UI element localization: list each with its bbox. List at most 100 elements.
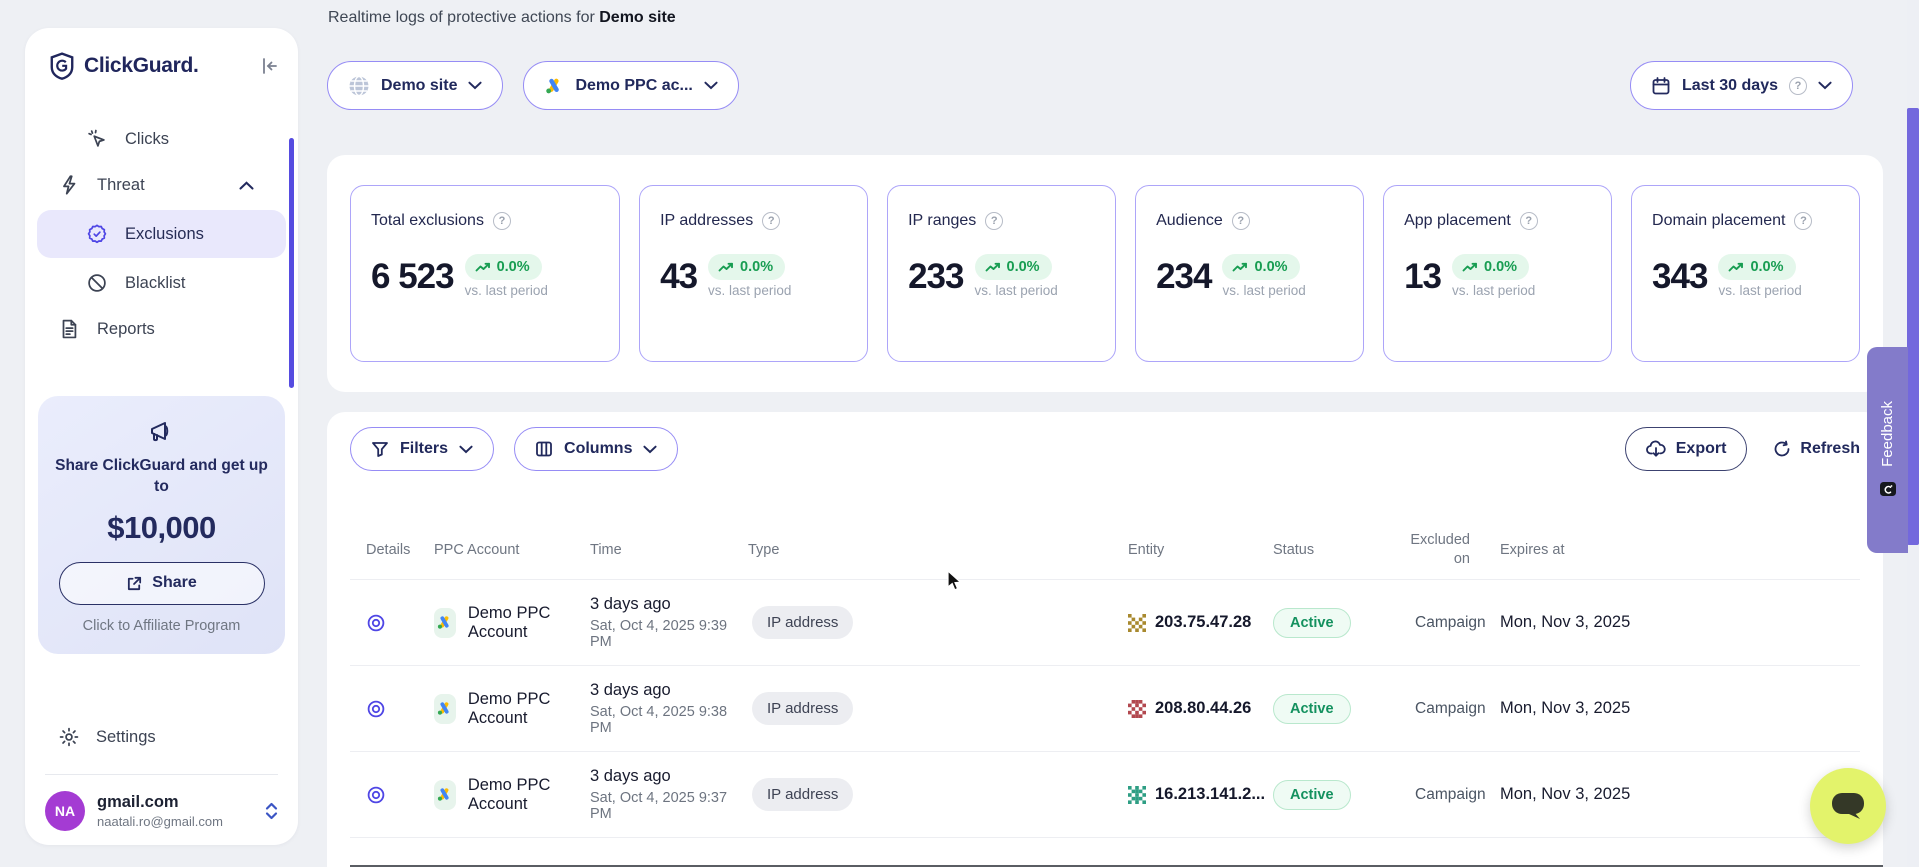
col-header-expires-at[interactable]: Expires at <box>1484 542 1860 558</box>
stat-label: Domain placement <box>1652 212 1785 230</box>
stat-trend: 0.0% <box>497 259 530 275</box>
table-row: Demo PPC Account 3 days ago Sat, Oct 4, … <box>350 580 1860 666</box>
sidebar-scrollbar[interactable] <box>289 138 294 388</box>
time-cell: 3 days ago Sat, Oct 4, 2025 9:38 PM <box>574 681 731 736</box>
ppc-account-selector[interactable]: Demo PPC ac... <box>523 61 738 110</box>
help-icon[interactable]: ? <box>1232 212 1250 230</box>
type-badge: IP address <box>752 692 853 725</box>
chevron-down-icon <box>468 81 482 90</box>
refresh-button[interactable]: Refresh <box>1773 440 1860 458</box>
stat-card-domain-placement: Domain placement? 343 0.0% vs. last peri… <box>1631 185 1860 362</box>
sidebar-collapse-icon[interactable] <box>260 56 280 76</box>
funnel-icon <box>371 440 389 458</box>
entity-value: 208.80.44.26 <box>1155 699 1251 718</box>
chat-launcher-button[interactable] <box>1810 768 1886 844</box>
sidebar-item-label: Threat <box>97 176 145 195</box>
ppc-account-cell: Demo PPC Account <box>418 776 574 814</box>
help-icon[interactable]: ? <box>1520 212 1538 230</box>
entity-cell: 203.75.47.28 <box>1112 613 1257 632</box>
sidebar-item-reports[interactable]: Reports <box>25 306 298 352</box>
status-badge: Active <box>1273 694 1351 724</box>
sidebar-item-blacklist[interactable]: Blacklist <box>25 260 298 306</box>
cloud-download-icon <box>1646 440 1666 458</box>
time-full: Sat, Oct 4, 2025 9:37 PM <box>590 790 731 822</box>
help-icon[interactable]: ? <box>493 212 511 230</box>
col-header-ppc-account[interactable]: PPC Account <box>418 542 574 558</box>
excluded-on-cell: Campaign <box>1399 700 1484 718</box>
col-header-type[interactable]: Type <box>731 542 1112 558</box>
columns-button-label: Columns <box>564 440 632 458</box>
ppc-account-selector-value: Demo PPC ac... <box>575 77 692 95</box>
share-button[interactable]: Share <box>59 562 265 605</box>
trend-up-icon <box>1462 262 1478 273</box>
stat-trend-block: 0.0% vs. last period <box>465 254 548 298</box>
sidebar-item-settings[interactable]: Settings <box>25 716 298 758</box>
chevron-down-icon <box>704 81 718 90</box>
help-icon[interactable]: ? <box>762 212 780 230</box>
google-ads-icon <box>434 694 456 724</box>
col-header-entity[interactable]: Entity <box>1112 542 1257 558</box>
sidebar-item-label: Clicks <box>125 130 169 149</box>
stat-card-total-exclusions: Total exclusions? 6 523 0.0% vs. last pe… <box>350 185 620 362</box>
time-full: Sat, Oct 4, 2025 9:39 PM <box>590 618 731 650</box>
type-cell: IP address <box>731 778 1112 811</box>
selector-row: Demo site Demo PPC ac... <box>327 61 1883 110</box>
clickguard-app: { "brand": { "name": "ClickGuard." }, "s… <box>0 0 1919 867</box>
col-header-excluded-on[interactable]: Excluded on <box>1399 531 1484 569</box>
table-header-row: Details PPC Account Time Type Entity Sta… <box>350 520 1860 580</box>
sidebar-item-exclusions[interactable]: Exclusions <box>37 210 286 258</box>
feedback-tab[interactable]: Feedback <box>1867 347 1908 553</box>
columns-button[interactable]: Columns <box>514 427 678 471</box>
affiliate-link[interactable]: Click to Affiliate Program <box>52 618 271 634</box>
filters-button[interactable]: Filters <box>350 427 494 471</box>
details-eye-icon[interactable] <box>350 699 418 719</box>
feedback-label: Feedback <box>1879 401 1896 467</box>
help-icon[interactable]: ? <box>1794 212 1812 230</box>
main-content: Realtime logs of protective actions for … <box>327 0 1883 867</box>
time-relative: 3 days ago <box>590 767 731 786</box>
trend-caption: vs. last period <box>465 283 548 298</box>
sidebar-item-threat[interactable]: Threat <box>25 162 298 208</box>
settings-label: Settings <box>96 728 156 747</box>
stat-value: 233 <box>908 259 963 294</box>
excluded-on-cell: Campaign <box>1399 614 1484 632</box>
date-range-value: Last 30 days <box>1682 77 1778 95</box>
sidebar-item-clicks[interactable]: Clicks <box>25 116 298 162</box>
details-eye-icon[interactable] <box>350 613 418 633</box>
ppc-account-name: Demo PPC Account <box>468 776 574 814</box>
exclusions-table-panel: Filters Columns <box>327 412 1883 867</box>
trend-up-icon <box>1232 262 1248 273</box>
gear-icon <box>58 726 80 748</box>
badge-check-icon <box>86 223 108 245</box>
trend-caption: vs. last period <box>708 283 791 298</box>
ppc-account-cell: Demo PPC Account <box>418 604 574 642</box>
export-button-label: Export <box>1676 440 1727 458</box>
sidebar-item-label: Exclusions <box>125 225 204 244</box>
status-cell: Active <box>1257 608 1399 638</box>
help-icon[interactable]: ? <box>985 212 1003 230</box>
time-cell: 3 days ago Sat, Oct 4, 2025 9:37 PM <box>574 767 731 822</box>
clickguard-shield-icon <box>49 52 75 80</box>
stat-trend-block: 0.0% vs. last period <box>1718 254 1801 298</box>
feedback-chat-icon <box>1879 481 1897 499</box>
details-eye-icon[interactable] <box>350 785 418 805</box>
time-relative: 3 days ago <box>590 595 731 614</box>
sidebar-nav: Clicks Threat Exclusions <box>25 116 298 352</box>
stat-card-app-placement: App placement? 13 0.0% vs. last period <box>1383 185 1612 362</box>
col-header-time[interactable]: Time <box>574 542 731 558</box>
date-range-selector[interactable]: Last 30 days ? <box>1630 61 1853 110</box>
col-header-status[interactable]: Status <box>1257 542 1399 558</box>
col-header-details[interactable]: Details <box>350 542 418 558</box>
excluded-on-cell: Campaign <box>1399 786 1484 804</box>
time-cell: 3 days ago Sat, Oct 4, 2025 9:39 PM <box>574 595 731 650</box>
chevron-down-icon <box>643 445 657 454</box>
stat-label: IP addresses <box>660 212 753 230</box>
account-switcher[interactable]: NA gmail.com naatali.ro@gmail.com <box>25 775 298 831</box>
site-selector[interactable]: Demo site <box>327 61 503 110</box>
export-button[interactable]: Export <box>1625 427 1748 471</box>
page-scrollbar-thumb[interactable] <box>1907 108 1919 545</box>
status-cell: Active <box>1257 694 1399 724</box>
google-ads-icon <box>434 608 456 638</box>
promo-message: Share ClickGuard and get up to <box>52 456 271 498</box>
time-full: Sat, Oct 4, 2025 9:38 PM <box>590 704 731 736</box>
